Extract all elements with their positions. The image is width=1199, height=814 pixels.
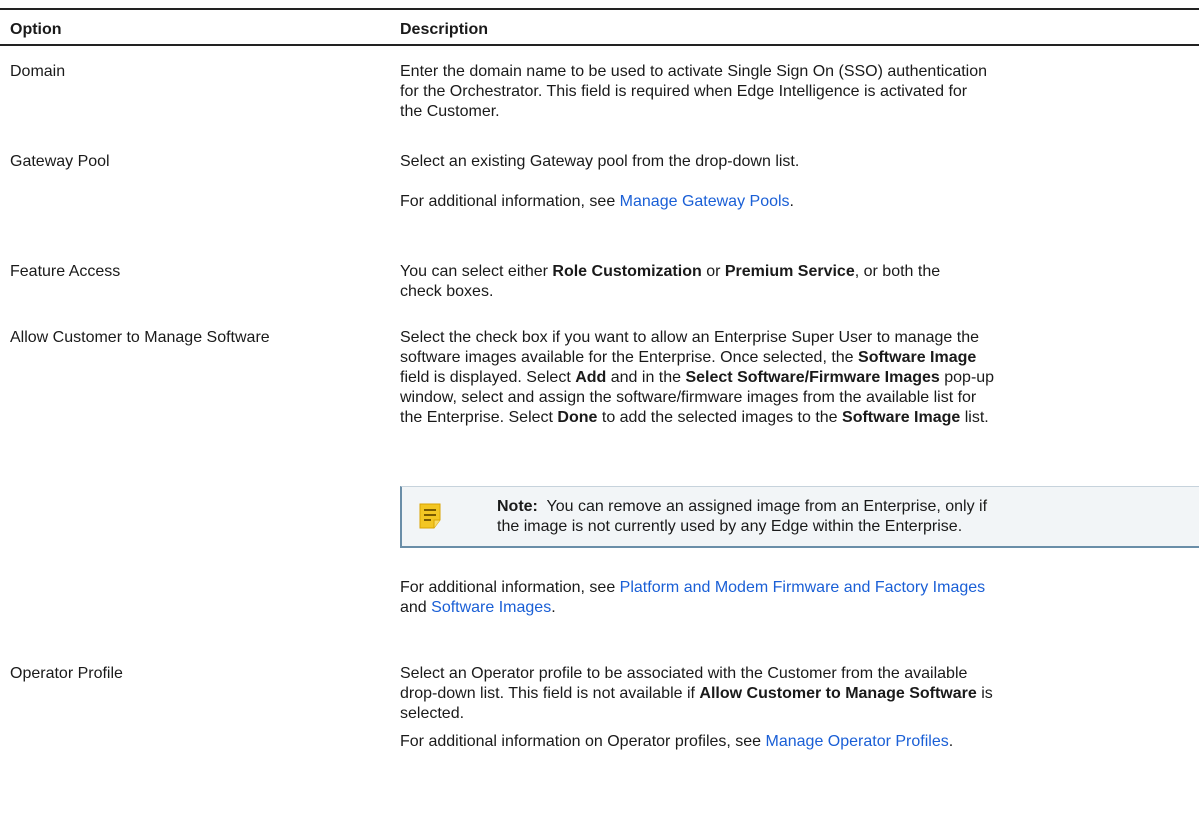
description-domain: Enter the domain name to be used to acti… xyxy=(400,62,1190,122)
table-header-rule xyxy=(0,44,1199,46)
description-line: the Enterprise. Select Done to add the s… xyxy=(400,408,1190,428)
text-run: field is displayed. Select xyxy=(400,369,576,386)
text-run: and xyxy=(400,599,432,616)
description-line: check boxes. xyxy=(400,283,494,300)
table-top-rule xyxy=(0,8,1199,10)
platform-firmware-images-link[interactable]: Platform and Modem Firmware and Factory … xyxy=(620,579,985,596)
info-line: For additional information on Operator p… xyxy=(400,732,1190,752)
software-image-term: Software Image xyxy=(858,349,977,366)
description-line: window, select and assign the software/f… xyxy=(400,389,977,406)
note-text: Note: You can remove an assigned image f… xyxy=(497,497,1187,537)
note-line: Note: You can remove an assigned image f… xyxy=(497,497,1187,517)
info-line: and Software Images. xyxy=(400,598,1190,618)
column-header-description: Description xyxy=(400,21,489,38)
software-image-term: Software Image xyxy=(842,409,961,426)
text-run: You can select either xyxy=(400,263,553,280)
info-suffix: . xyxy=(948,733,954,750)
description-line: Select the check box if you want to allo… xyxy=(400,329,979,346)
note-line: the image is not currently used by any E… xyxy=(497,518,963,535)
option-gateway-pool: Gateway Pool xyxy=(10,153,110,170)
description-line: Select an existing Gateway pool from the… xyxy=(400,153,800,170)
column-header-option: Option xyxy=(10,21,62,38)
text-run: list. xyxy=(960,409,989,426)
text-run: and in the xyxy=(606,369,686,386)
info-suffix: . xyxy=(789,193,794,210)
info-line: For additional information, see Manage G… xyxy=(400,192,1190,212)
text-run: You can remove an assigned image from an… xyxy=(537,498,988,515)
select-images-term: Select Software/Firmware Images xyxy=(685,369,940,386)
text-run: or xyxy=(701,263,725,280)
description-line: You can select either Role Customization… xyxy=(400,262,1190,282)
premium-service-term: Premium Service xyxy=(724,263,855,280)
text-run: pop-up xyxy=(939,369,995,386)
allow-customer-term: Allow Customer to Manage Software xyxy=(699,685,977,702)
info-prefix: For additional information on Operator p… xyxy=(400,733,766,750)
text-run: the Enterprise. Select xyxy=(400,409,558,426)
description-line: Enter the domain name to be used to acti… xyxy=(400,63,988,80)
info-prefix: For additional information, see xyxy=(400,579,620,596)
info-prefix: For additional information, see xyxy=(400,193,620,210)
description-line: field is displayed. Select Add and in th… xyxy=(400,368,1190,388)
description-line: for the Orchestrator. This field is requ… xyxy=(400,83,968,100)
operator-profile-info: For additional information on Operator p… xyxy=(400,732,1190,752)
add-term: Add xyxy=(575,369,607,386)
option-feature-access: Feature Access xyxy=(10,263,121,280)
text-run: is xyxy=(976,685,993,702)
info-suffix: . xyxy=(551,599,556,616)
description-feature-access: You can select either Role Customization… xyxy=(400,262,1190,302)
manage-gateway-pools-link[interactable]: Manage Gateway Pools xyxy=(620,193,790,210)
option-manage-software: Allow Customer to Manage Software xyxy=(10,329,270,346)
done-term: Done xyxy=(557,409,598,426)
option-operator-profile: Operator Profile xyxy=(10,665,123,682)
description-line: drop-down list. This field is not availa… xyxy=(400,684,1190,704)
text-run: to add the selected images to the xyxy=(597,409,843,426)
description-line: software images available for the Enterp… xyxy=(400,348,1190,368)
info-line: For additional information, see Platform… xyxy=(400,578,1190,598)
manage-operator-profiles-link[interactable]: Manage Operator Profiles xyxy=(766,733,949,750)
description-gateway-pool: Select an existing Gateway pool from the… xyxy=(400,152,1190,172)
note-icon xyxy=(419,503,441,529)
role-customization-term: Role Customization xyxy=(552,263,702,280)
note-label: Note: xyxy=(497,498,538,515)
manage-software-info: For additional information, see Platform… xyxy=(400,578,1190,618)
gateway-pool-info: For additional information, see Manage G… xyxy=(400,192,1190,212)
text-run: drop-down list. This field is not availa… xyxy=(400,685,700,702)
description-line: selected. xyxy=(400,705,465,722)
description-operator-profile: Select an Operator profile to be associa… xyxy=(400,664,1190,724)
description-manage-software: Select the check box if you want to allo… xyxy=(400,328,1190,428)
software-images-link[interactable]: Software Images xyxy=(431,599,551,616)
text-run: , or both the xyxy=(854,263,941,280)
description-line: the Customer. xyxy=(400,103,500,120)
text-run: software images available for the Enterp… xyxy=(400,349,859,366)
description-line: Select an Operator profile to be associa… xyxy=(400,665,968,682)
option-domain: Domain xyxy=(10,63,66,80)
note-callout: Note: You can remove an assigned image f… xyxy=(400,486,1199,548)
